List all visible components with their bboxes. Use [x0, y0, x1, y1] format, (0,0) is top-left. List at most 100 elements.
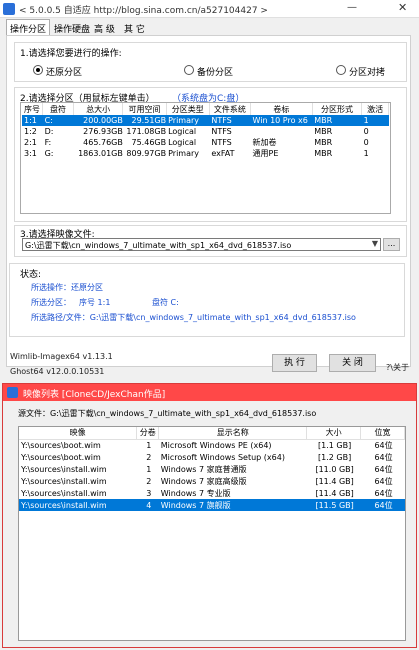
clone-radio[interactable] — [336, 65, 346, 75]
image-row[interactable]: Y:\sources\boot.wim 1 Microsoft Windows … — [19, 439, 405, 451]
cell: Microsoft Windows PE (x64) — [160, 440, 272, 450]
cell: [11.5 GB] — [306, 499, 361, 511]
about-link[interactable]: ?\关于 — [386, 362, 409, 373]
cell: 2:1 — [24, 138, 37, 147]
cell: 0 — [363, 138, 369, 147]
cell: 64位 — [374, 452, 393, 462]
image-listbox[interactable]: 映像 分卷 显示名称 大小 位宽 Y:\sources\boot.wim 1 M… — [18, 426, 406, 641]
image-list-title: 映像列表 [CloneCD/JexChan作品] — [23, 390, 166, 400]
partition-row[interactable]: 2:1 F: 465.76GB 75.46GB Logical NTFS 新加卷… — [22, 137, 389, 148]
tab-advanced[interactable]: 高 级 — [90, 19, 119, 35]
cell: 1 — [361, 115, 389, 126]
partition-row[interactable]: 1:1 C: 200.00GB 29.51GB Primary NTFS Win… — [22, 115, 389, 126]
close-main-button[interactable]: 关 闭 — [329, 354, 376, 372]
image-row[interactable]: Y:\sources\install.wim 4 Windows 7 旗舰版 [… — [19, 499, 405, 511]
tab-disk[interactable]: 操作硬盘 — [50, 19, 94, 35]
partition-row[interactable]: 1:2 D: 276.93GB 171.08GB Logical NTFS MB… — [22, 126, 389, 137]
col-total[interactable]: 总大小 — [73, 103, 124, 115]
status-partition-index: 序号 1:1 — [79, 298, 111, 307]
col-type[interactable]: 分区类型 — [166, 103, 210, 115]
col-volume[interactable]: 分卷 — [136, 427, 160, 440]
cell: 4 — [136, 499, 159, 511]
cell: 新加卷 — [252, 138, 277, 147]
col-name[interactable]: 显示名称 — [158, 427, 308, 440]
partition-table: 序号 盘符 总大小 可用空间 分区类型 文件系统 卷标 分区形式 激活 1:1 … — [22, 103, 389, 159]
cell: 64位 — [374, 488, 393, 498]
image-table: 映像 分卷 显示名称 大小 位宽 Y:\sources\boot.wim 1 M… — [19, 427, 405, 511]
cell: 64位 — [374, 440, 393, 450]
col-image[interactable]: 映像 — [19, 427, 138, 440]
backup-radio[interactable] — [184, 65, 194, 75]
restore-radio[interactable] — [33, 65, 43, 75]
cell: Win 10 Pro x6 — [250, 115, 313, 126]
cell: 0 — [363, 127, 369, 136]
image-file-value: G:\迅雷下载\cn_windows_7_ultimate_with_sp1_x… — [25, 241, 292, 250]
cell: 1:2 — [24, 127, 37, 136]
app-icon — [7, 387, 18, 398]
cell: 3:1 — [24, 149, 37, 158]
cell: 64位 — [374, 476, 393, 486]
cell: 2 — [146, 476, 152, 486]
cell: MBR — [314, 149, 333, 158]
cell: C: — [42, 115, 74, 126]
cell: 200.00GB — [73, 115, 123, 126]
cell: 64位 — [360, 499, 405, 511]
wimlib-version: Wimlib-Imagex64 v1.13.1 — [10, 352, 113, 361]
cell: Primary — [166, 115, 210, 126]
status-partition-label: 所选分区： — [31, 298, 71, 307]
browse-button[interactable]: ... — [383, 238, 400, 251]
col-active[interactable]: 激活 — [361, 103, 389, 115]
backup-label[interactable]: 备份分区 — [197, 65, 233, 78]
cell: MBR — [312, 115, 362, 126]
execute-button[interactable]: 执 行 — [272, 354, 317, 372]
col-size[interactable]: 大小 — [306, 427, 362, 440]
title-bar: < 5.0.0.5 自适应 http://blog.sina.com.cn/a5… — [0, 0, 419, 18]
cell: 64位 — [374, 464, 393, 474]
status-title: 状态: — [20, 270, 42, 280]
col-index[interactable]: 序号 — [22, 103, 44, 115]
cell: 1 — [363, 149, 369, 158]
image-row[interactable]: Y:\sources\install.wim 3 Windows 7 专业版 [… — [19, 487, 405, 499]
image-row[interactable]: Y:\sources\install.wim 1 Windows 7 家庭普通版… — [19, 463, 405, 475]
partition-row[interactable]: 3:1 G: 1863.01GB 809.97GB Primary exFAT … — [22, 148, 389, 159]
clone-label[interactable]: 分区对拷 — [349, 65, 385, 78]
col-label[interactable]: 卷标 — [250, 103, 313, 115]
cell: Y:\sources\install.wim — [21, 464, 107, 474]
close-button[interactable]: ✕ — [398, 1, 412, 14]
tab-other[interactable]: 其 它 — [120, 19, 149, 35]
cell: F: — [44, 138, 52, 147]
cell: MBR — [314, 127, 333, 136]
tab-partition[interactable]: 操作分区 — [6, 19, 51, 35]
col-arch[interactable]: 位宽 — [360, 427, 405, 440]
cell: Windows 7 专业版 — [160, 488, 231, 498]
image-row[interactable]: Y:\sources\boot.wim 2 Microsoft Windows … — [19, 451, 405, 463]
cell: D: — [44, 127, 54, 136]
ghost-version: Ghost64 v12.0.0.10531 — [10, 367, 105, 376]
restore-label[interactable]: 还原分区 — [46, 65, 82, 78]
cell: Logical — [168, 138, 197, 147]
cell: 29.51GB — [122, 115, 167, 126]
col-style[interactable]: 分区形式 — [312, 103, 363, 115]
minimize-button[interactable]: — — [347, 2, 361, 13]
image-row[interactable]: Y:\sources\install.wim 2 Windows 7 家庭高级版… — [19, 475, 405, 487]
col-free[interactable]: 可用空间 — [122, 103, 167, 115]
cell: Primary — [168, 149, 200, 158]
cell: G: — [44, 149, 54, 158]
cell: MBR — [314, 138, 333, 147]
col-drive[interactable]: 盘符 — [42, 103, 74, 115]
cell: 1 — [146, 440, 152, 450]
image-file-select[interactable]: G:\迅雷下载\cn_windows_7_ultimate_with_sp1_x… — [22, 238, 381, 251]
cell: Windows 7 旗舰版 — [158, 499, 307, 511]
cell: [1.2 GB] — [318, 452, 352, 462]
app-icon — [3, 3, 15, 15]
cell: Y:\sources\install.wim — [19, 499, 137, 511]
status-partition-drive: 盘符 C: — [152, 298, 179, 307]
cell: Logical — [168, 127, 197, 136]
status-operation: 所选操作：还原分区 — [31, 283, 103, 292]
col-fs[interactable]: 文件系统 — [209, 103, 252, 115]
cell: 465.76GB — [83, 138, 123, 147]
chevron-down-icon[interactable]: ▼ — [372, 239, 378, 248]
cell: [11.4 GB] — [315, 488, 354, 498]
cell: Y:\sources\install.wim — [21, 476, 107, 486]
image-list-title-bar: 映像列表 [CloneCD/JexChan作品] — [3, 384, 416, 401]
